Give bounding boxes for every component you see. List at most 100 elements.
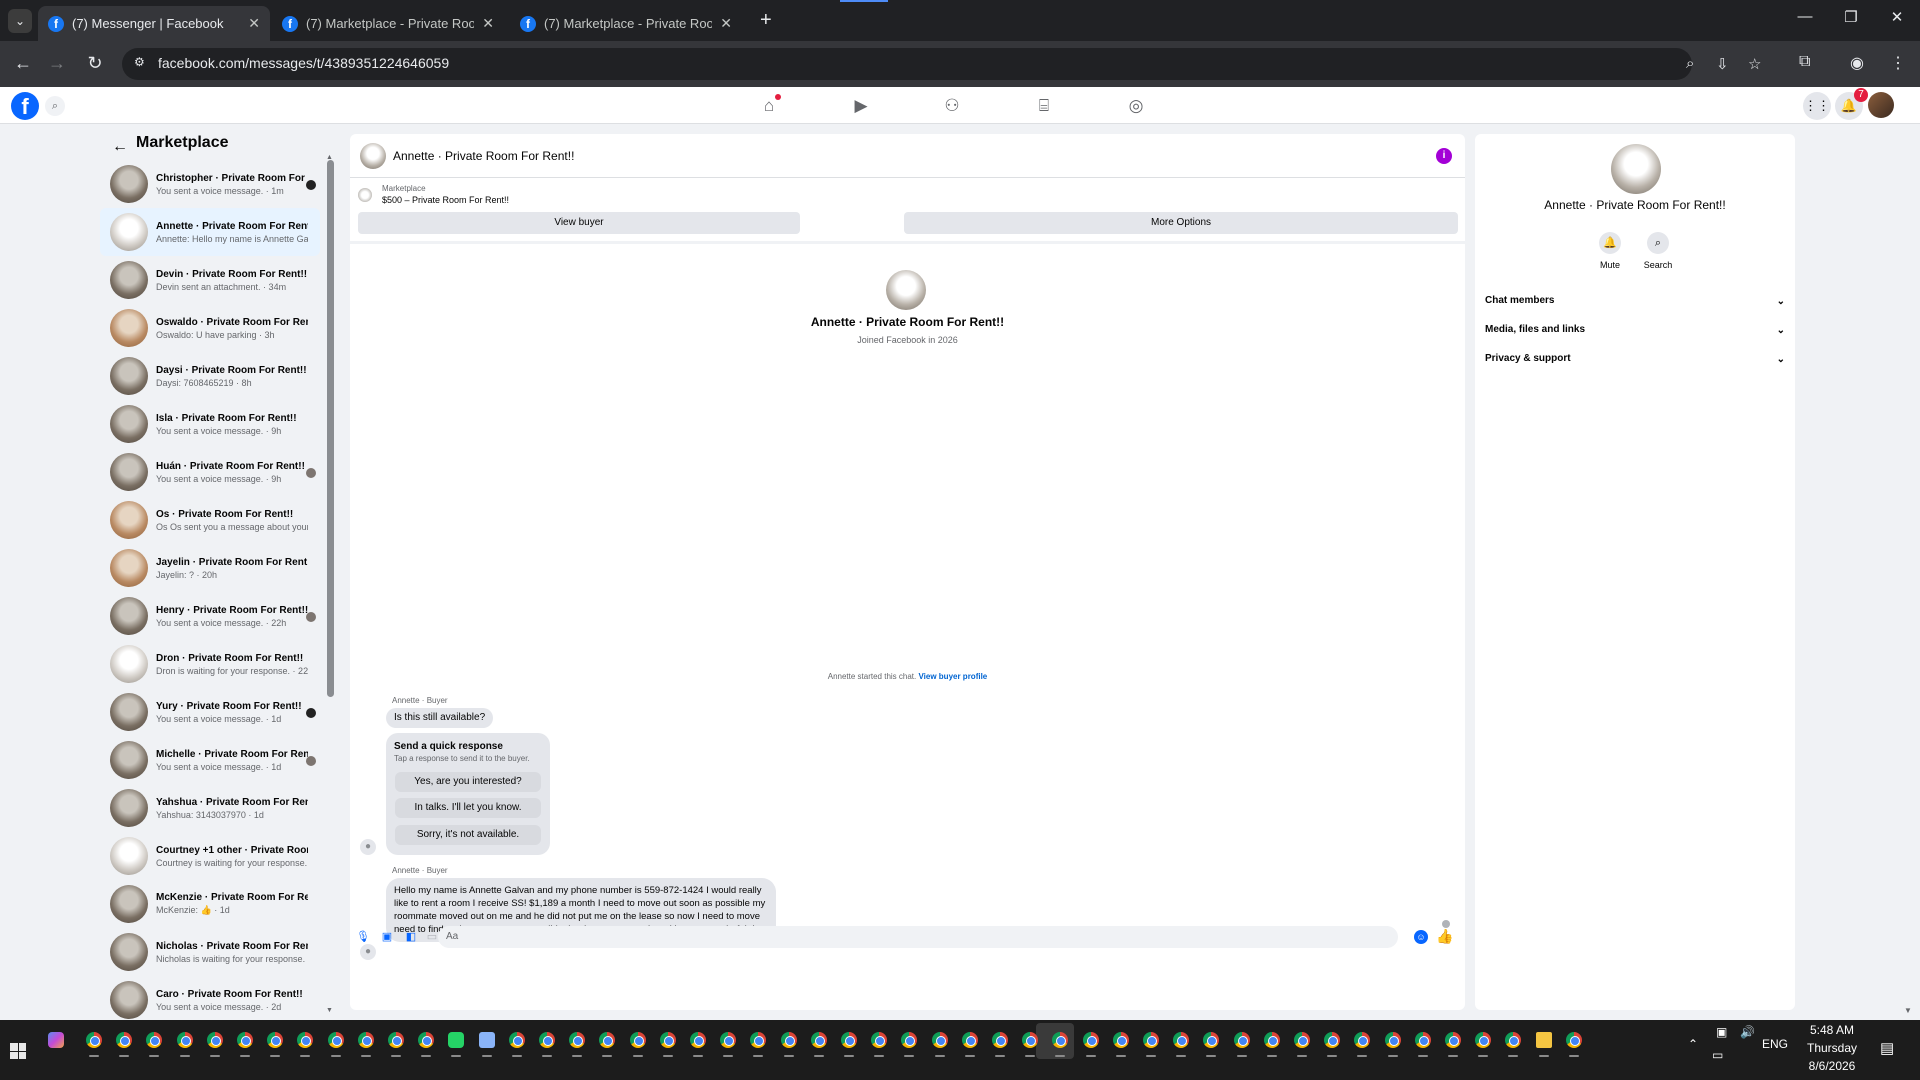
chrome-icon[interactable] bbox=[932, 1032, 948, 1048]
friends-icon[interactable]: ⚇ bbox=[941, 95, 963, 117]
back-button[interactable]: ← bbox=[12, 53, 34, 74]
search-button[interactable]: ⌕ Search bbox=[1628, 232, 1688, 270]
account-avatar[interactable] bbox=[1868, 92, 1894, 118]
search-icon[interactable]: ⌕ bbox=[45, 96, 65, 116]
chrome-icon[interactable] bbox=[1203, 1032, 1219, 1048]
menu-grid-icon[interactable]: ⋮⋮ bbox=[1803, 92, 1831, 120]
section-chat-members[interactable]: Chat members ⌄ bbox=[1485, 295, 1785, 315]
gif-icon[interactable]: ▭ bbox=[425, 930, 439, 944]
chrome-icon[interactable] bbox=[1052, 1032, 1068, 1048]
notepad-icon[interactable] bbox=[479, 1032, 495, 1048]
conversation-title[interactable]: Annette · Private Room For Rent!! bbox=[393, 149, 574, 163]
chrome-icon[interactable] bbox=[569, 1032, 585, 1048]
clock-day[interactable]: Thursday bbox=[1800, 1041, 1864, 1055]
back-arrow-icon[interactable]: ← bbox=[112, 138, 128, 156]
chrome-icon[interactable] bbox=[388, 1032, 404, 1048]
chrome-icon[interactable] bbox=[1445, 1032, 1461, 1048]
clock-date[interactable]: 8/6/2026 bbox=[1800, 1059, 1864, 1073]
chrome-icon[interactable] bbox=[1324, 1032, 1340, 1048]
sticker-icon[interactable]: ◧ bbox=[404, 930, 418, 944]
chrome-icon[interactable] bbox=[1354, 1032, 1370, 1048]
close-icon[interactable]: ✕ bbox=[248, 15, 260, 32]
chrome-icon[interactable] bbox=[177, 1032, 193, 1048]
chat-list-item[interactable]: Yahshua · Private Room For Rent!! Yahshua… bbox=[100, 784, 320, 832]
chrome-icon[interactable] bbox=[1294, 1032, 1310, 1048]
chevron-up-icon[interactable]: ⌃ bbox=[1688, 1037, 1698, 1051]
tab-search-button[interactable]: ⌄ bbox=[8, 9, 32, 33]
site-info-icon[interactable]: ⚙ bbox=[134, 55, 150, 71]
chrome-icon[interactable] bbox=[1475, 1032, 1491, 1048]
chat-list-item[interactable]: Christopher · Private Room For Rent!!You… bbox=[100, 160, 320, 208]
quick-response-in-talks[interactable]: In talks. I'll let you know. bbox=[395, 798, 541, 818]
speaker-icon[interactable]: 🔊 bbox=[1740, 1025, 1755, 1039]
chat-list-item[interactable]: Dron · Private Room For Rent!! Dron is wa… bbox=[100, 640, 320, 688]
forward-button[interactable]: → bbox=[46, 53, 68, 74]
chrome-icon[interactable] bbox=[86, 1032, 102, 1048]
network-icon[interactable]: ▭ bbox=[1712, 1048, 1723, 1062]
chrome-icon[interactable] bbox=[690, 1032, 706, 1048]
chat-list-item[interactable]: McKenzie · Private Room For Rent!! McKenz… bbox=[100, 880, 320, 928]
bookmark-star-icon[interactable]: ☆ bbox=[1748, 55, 1761, 73]
listing-banner[interactable]: Marketplace $500 – Private Room For Rent… bbox=[350, 178, 1465, 214]
view-buyer-profile-link[interactable]: View buyer profile bbox=[918, 672, 987, 681]
message-input[interactable]: Aa bbox=[438, 926, 1398, 948]
chrome-icon[interactable] bbox=[267, 1032, 283, 1048]
chrome-icon[interactable] bbox=[1113, 1032, 1129, 1048]
chrome-icon[interactable] bbox=[1083, 1032, 1099, 1048]
reload-button[interactable]: ↻ bbox=[84, 53, 106, 74]
thumbs-up-icon[interactable]: 👍 bbox=[1436, 928, 1453, 945]
chrome-icon[interactable] bbox=[1505, 1032, 1521, 1048]
scroll-down-icon[interactable]: ▼ bbox=[326, 1007, 333, 1014]
facebook-logo[interactable]: f bbox=[11, 92, 39, 120]
chrome-icon[interactable] bbox=[962, 1032, 978, 1048]
chrome-icon[interactable] bbox=[1173, 1032, 1189, 1048]
chrome-icon[interactable] bbox=[207, 1032, 223, 1048]
copilot-icon[interactable] bbox=[48, 1032, 64, 1048]
chrome-icon[interactable] bbox=[1143, 1032, 1159, 1048]
section-media-files-links[interactable]: Media, files and links ⌄ bbox=[1485, 324, 1785, 344]
language-indicator[interactable]: ENG bbox=[1762, 1037, 1788, 1051]
chrome-icon[interactable] bbox=[841, 1032, 857, 1048]
info-icon[interactable]: i bbox=[1436, 148, 1452, 164]
chat-list-item[interactable]: Devin · Private Room For Rent!! Devin sen… bbox=[100, 256, 320, 304]
quick-response-not-available[interactable]: Sorry, it's not available. bbox=[395, 825, 541, 845]
chrome-icon[interactable] bbox=[237, 1032, 253, 1048]
close-icon[interactable]: ✕ bbox=[720, 15, 732, 32]
restore-button[interactable]: ❐ bbox=[1828, 8, 1874, 26]
section-privacy-support[interactable]: Privacy & support ⌄ bbox=[1485, 353, 1785, 373]
groups-icon[interactable]: ◎ bbox=[1125, 95, 1147, 117]
zoom-icon[interactable]: ⌕ bbox=[1686, 55, 1694, 72]
chrome-icon[interactable] bbox=[871, 1032, 887, 1048]
chat-list-item[interactable]: Michelle · Private Room For Rent!! You se… bbox=[100, 736, 320, 784]
install-app-icon[interactable]: ⇩ bbox=[1716, 55, 1729, 73]
minimize-button[interactable]: — bbox=[1782, 8, 1828, 25]
microphone-icon[interactable]: 🎙 bbox=[356, 930, 370, 944]
address-bar[interactable]: ⚙ facebook.com/messages/t/43893512246460… bbox=[122, 48, 1761, 80]
chrome-icon[interactable] bbox=[509, 1032, 525, 1048]
chat-list-item[interactable]: Daysi · Private Room For Rent!! Daysi: 76… bbox=[100, 352, 320, 400]
address-url[interactable]: facebook.com/messages/t/4389351224646059 bbox=[158, 55, 449, 71]
chat-list-item[interactable]: Oswaldo · Private Room For Rent!! Oswaldo… bbox=[100, 304, 320, 352]
sender-avatar[interactable]: ● bbox=[360, 944, 376, 960]
profile-avatar[interactable] bbox=[886, 270, 926, 310]
chat-list-item[interactable]: Os · Private Room For Rent!! Os Os sent y… bbox=[100, 496, 320, 544]
profile-icon[interactable]: ◉ bbox=[1850, 53, 1864, 73]
chrome-icon[interactable] bbox=[660, 1032, 676, 1048]
chrome-icon[interactable] bbox=[750, 1032, 766, 1048]
tab-marketplace-2[interactable]: f (7) Marketplace - Private Room ✕ bbox=[510, 6, 742, 41]
chrome-icon[interactable] bbox=[146, 1032, 162, 1048]
emoji-icon[interactable]: ☺ bbox=[1414, 930, 1428, 944]
details-avatar[interactable] bbox=[1611, 144, 1661, 194]
quick-response-interested[interactable]: Yes, are you interested? bbox=[395, 772, 541, 792]
chrome-icon[interactable] bbox=[599, 1032, 615, 1048]
chrome-icon[interactable] bbox=[116, 1032, 132, 1048]
clock-time[interactable]: 5:48 AM bbox=[1800, 1023, 1864, 1037]
chat-list-item[interactable]: Yury · Private Room For Rent!! You sent a… bbox=[100, 688, 320, 736]
chrome-icon[interactable] bbox=[720, 1032, 736, 1048]
chrome-icon[interactable] bbox=[1385, 1032, 1401, 1048]
chrome-icon[interactable] bbox=[630, 1032, 646, 1048]
chat-list-scrollbar[interactable] bbox=[327, 160, 334, 697]
close-icon[interactable]: ✕ bbox=[482, 15, 494, 32]
chat-list-item[interactable]: Isla · Private Room For Rent!! You sent a… bbox=[100, 400, 320, 448]
windows-start-icon[interactable] bbox=[10, 1043, 26, 1059]
